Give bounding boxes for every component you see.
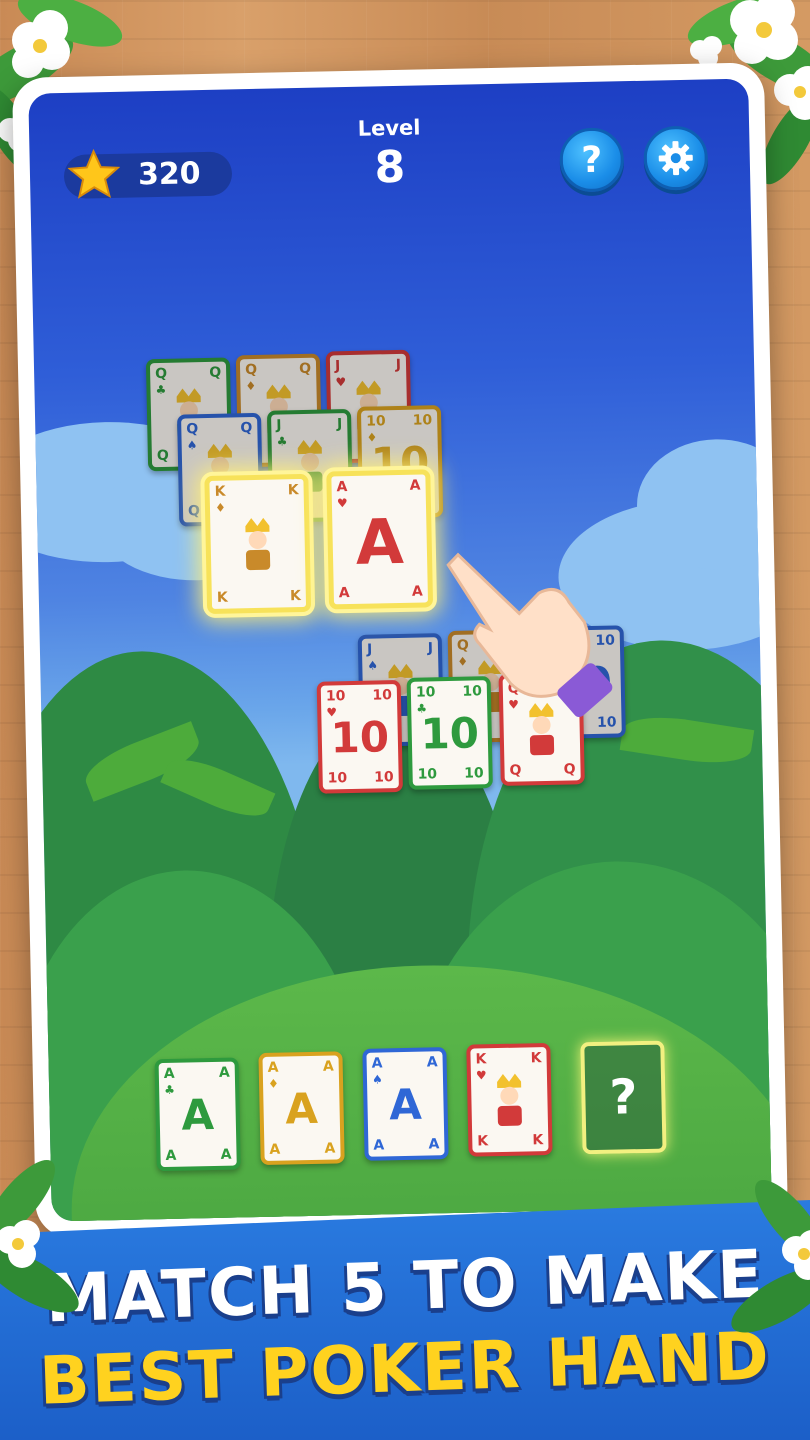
- phone-frame: 320 Level 8 ? ? Q Q Q ♣ Q Q ♦ J J ♥ Q Q …: [11, 62, 789, 1238]
- card-rank: 10: [366, 413, 386, 430]
- card-rank: 10: [325, 688, 346, 705]
- card-rank: A: [322, 1058, 334, 1075]
- card-rank: A: [428, 1136, 440, 1153]
- card-rank: Q: [186, 421, 199, 438]
- card-rank: A: [267, 1059, 279, 1076]
- card-rank: A: [338, 585, 350, 602]
- card-rank: Q: [299, 360, 312, 378]
- card-rank: Q: [244, 361, 258, 379]
- card-rank: 10: [374, 769, 394, 786]
- card-suit-icon: ♣: [164, 1082, 176, 1098]
- game-screen: 320 Level 8 ? ? Q Q Q ♣ Q Q ♦ J J ♥ Q Q …: [28, 78, 772, 1222]
- card-rank: K: [214, 483, 226, 500]
- playing-card[interactable]: 10 10 10 10 10 ♥: [316, 679, 403, 794]
- card-rank: A: [165, 1147, 177, 1165]
- card-suit-icon: ♥: [326, 705, 338, 720]
- card-rank: 10: [327, 770, 348, 787]
- card-rank: Q: [209, 364, 222, 381]
- card-suit-icon: ♣: [276, 434, 288, 449]
- card-center-rank: 10: [330, 712, 390, 763]
- card-rank: Q: [155, 365, 168, 383]
- card-rank: K: [216, 589, 228, 606]
- card-rank: A: [218, 1064, 230, 1081]
- pointing-hand-icon: [446, 552, 613, 718]
- card-rank: K: [289, 588, 302, 605]
- card-rank: Q: [563, 761, 576, 778]
- card-rank: J: [276, 417, 282, 434]
- card-rank: A: [373, 1137, 385, 1154]
- card-rank: K: [475, 1051, 487, 1068]
- card-rank: 10: [372, 687, 393, 704]
- card-suit-icon: ♣: [155, 382, 167, 398]
- face-card-figure-icon: [489, 1071, 530, 1128]
- card-rank: Q: [187, 503, 201, 520]
- card-board: [28, 79, 748, 94]
- card-suit-icon: ♥: [475, 1068, 487, 1083]
- card-suit-icon: ♥: [336, 496, 348, 511]
- card-rank: A: [269, 1141, 281, 1158]
- flower-decoration-bottom-right: [731, 1179, 810, 1333]
- playing-card[interactable]: A A A A A ♣: [154, 1057, 241, 1172]
- card-rank: A: [409, 477, 421, 494]
- card-rank: A: [426, 1054, 438, 1071]
- card-rank: A: [220, 1146, 232, 1163]
- hand-row: [28, 79, 748, 94]
- card-rank: K: [532, 1132, 544, 1149]
- playing-card[interactable]: A A A A A ♠: [362, 1047, 449, 1161]
- card-rank: J: [336, 416, 343, 433]
- playing-card[interactable]: K K K K ♥: [466, 1042, 553, 1157]
- card-rank: A: [371, 1055, 383, 1072]
- card-suit-icon: ♠: [186, 438, 198, 453]
- card-rank: Q: [156, 447, 169, 465]
- card-suit-icon: ♥: [335, 375, 347, 390]
- flower-decoration-bottom-left: [0, 1159, 79, 1313]
- card-rank: Q: [509, 762, 522, 779]
- card-rank: J: [334, 358, 341, 375]
- card-center-rank: A: [180, 1090, 215, 1140]
- card-rank: J: [366, 641, 373, 658]
- empty-hand-slot[interactable]: ?: [580, 1040, 667, 1155]
- playing-card[interactable]: K K K K ♦: [204, 473, 312, 615]
- card-rank: K: [477, 1133, 489, 1150]
- help-icon: ?: [580, 139, 603, 181]
- card-rank: 10: [417, 766, 438, 783]
- face-card-figure-icon: [237, 516, 278, 573]
- card-rank: J: [395, 356, 402, 374]
- card-rank: K: [530, 1050, 542, 1067]
- card-suit-icon: ♦: [245, 378, 257, 394]
- card-rank: A: [336, 479, 348, 496]
- card-rank: 10: [463, 765, 484, 782]
- card-rank: A: [163, 1065, 175, 1083]
- card-rank: K: [287, 482, 299, 499]
- card-suit-icon: ♠: [367, 658, 379, 673]
- card-suit-icon: ♦: [214, 500, 226, 515]
- card-center-rank: A: [284, 1083, 319, 1134]
- playing-card[interactable]: A A A A A ♦: [258, 1051, 345, 1166]
- card-suit-icon: ♠: [371, 1072, 383, 1087]
- empty-slot-label: ?: [608, 1069, 638, 1126]
- card-rank: A: [324, 1140, 336, 1157]
- card-suit-icon: ♦: [267, 1076, 279, 1091]
- card-center-rank: A: [354, 504, 405, 579]
- gear-icon: [658, 141, 693, 176]
- card-rank: 10: [412, 412, 433, 429]
- card-rank: Q: [240, 420, 253, 437]
- card-center-rank: A: [388, 1079, 423, 1130]
- card-suit-icon: ♦: [366, 430, 378, 445]
